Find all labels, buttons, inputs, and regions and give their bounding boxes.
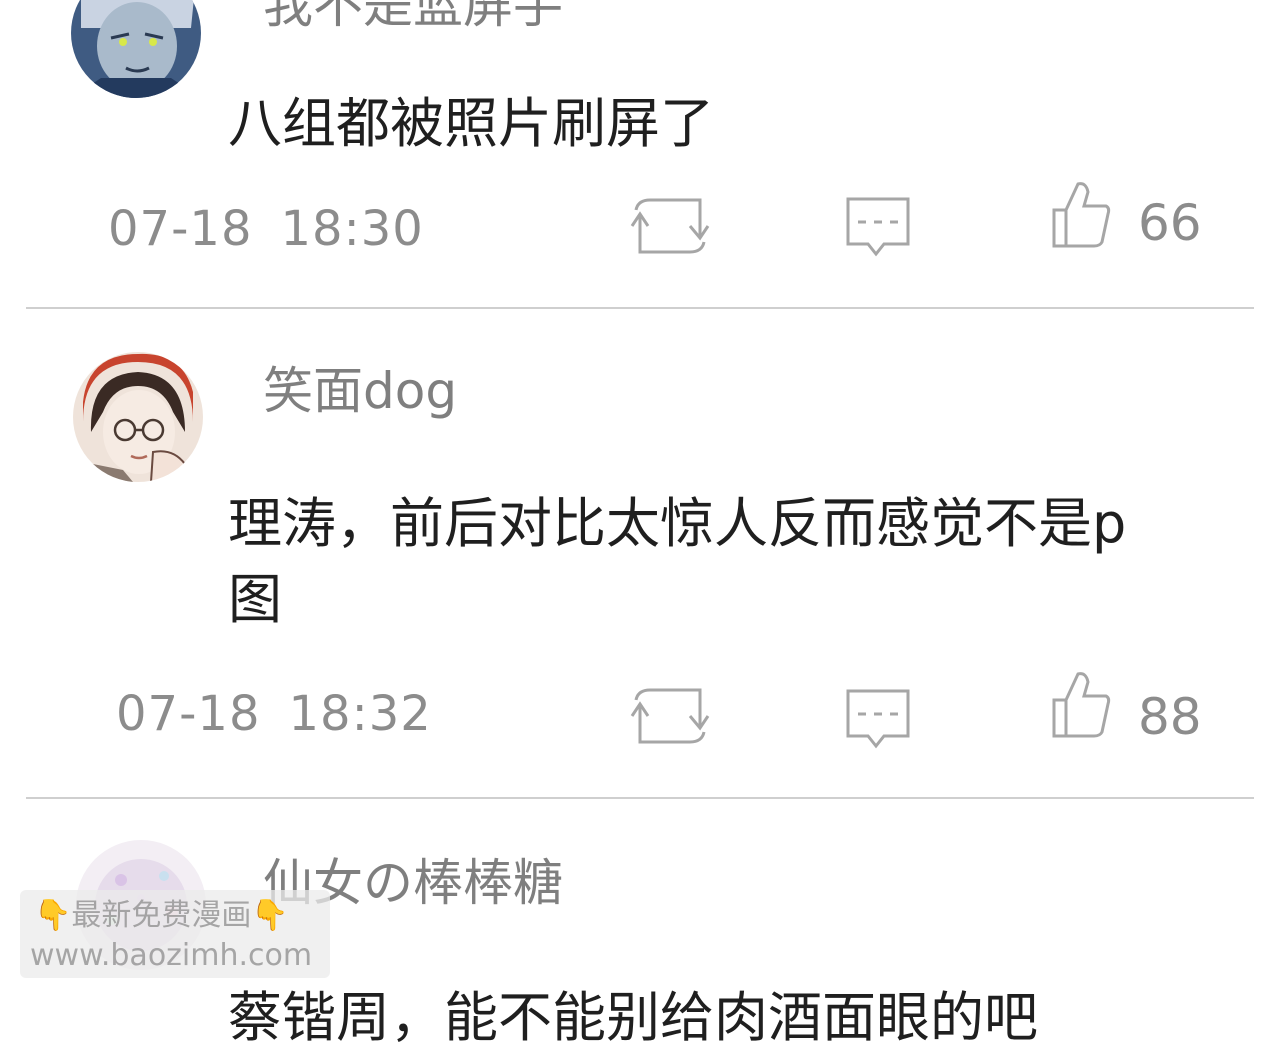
- username[interactable]: 笑面dog: [263, 366, 457, 416]
- timestamp: 07-18 18:30: [108, 205, 424, 253]
- date: 07-18: [108, 201, 253, 257]
- repost-icon[interactable]: [630, 196, 710, 256]
- timestamp: 07-18 18:32: [116, 690, 432, 738]
- comment-item: 我不是蓝屏手 八组都被照片刷屏了 07-18 18:30 66: [0, 0, 1280, 310]
- watermark: 👇最新免费漫画👇 www.baozimh.com: [20, 890, 330, 978]
- watermark-text: 最新免费漫画: [71, 898, 252, 933]
- divider: [26, 797, 1254, 799]
- thumbs-up-icon[interactable]: [1052, 180, 1132, 248]
- pointing-down-icon: 👇: [34, 898, 72, 933]
- date: 07-18: [116, 686, 261, 742]
- like-count: 88: [1138, 688, 1202, 746]
- comment-text: 理涛，前后对比太惊人反而感觉不是p图: [228, 492, 1127, 631]
- comment-item: 笑面dog 理涛，前后对比太惊人反而感觉不是p图 07-18 18:32 88: [0, 310, 1280, 800]
- comment-text: 八组都被照片刷屏了: [228, 92, 714, 155]
- avatar[interactable]: [71, 0, 201, 98]
- time: 18:32: [288, 686, 432, 742]
- comment-icon[interactable]: [846, 196, 926, 257]
- username[interactable]: 我不是蓝屏手: [263, 0, 563, 30]
- like-count: 66: [1138, 194, 1202, 252]
- watermark-url: www.baozimh.com: [30, 938, 313, 973]
- pointing-down-icon: 👇: [251, 898, 289, 933]
- time: 18:30: [280, 201, 424, 257]
- avatar[interactable]: [73, 352, 203, 482]
- comment-icon[interactable]: [846, 688, 926, 749]
- repost-icon[interactable]: [630, 686, 710, 746]
- watermark-title: 👇最新免费漫画👇: [34, 896, 289, 936]
- comment-text: 蔡锴周，能不能别给肉酒面眼的吧: [228, 986, 1038, 1049]
- thumbs-up-icon[interactable]: [1052, 670, 1132, 738]
- divider: [26, 307, 1254, 309]
